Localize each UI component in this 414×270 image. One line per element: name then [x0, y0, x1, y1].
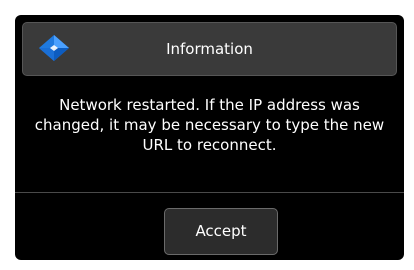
accept-button[interactable]: Accept: [164, 208, 278, 255]
dialog-message: Network restarted. If the IP address was…: [34, 96, 385, 154]
dialog-title: Information: [166, 40, 253, 58]
information-dialog: Information Network restarted. If the IP…: [15, 15, 404, 260]
dialog-titlebar: Information: [22, 22, 397, 76]
divider: [15, 192, 404, 193]
